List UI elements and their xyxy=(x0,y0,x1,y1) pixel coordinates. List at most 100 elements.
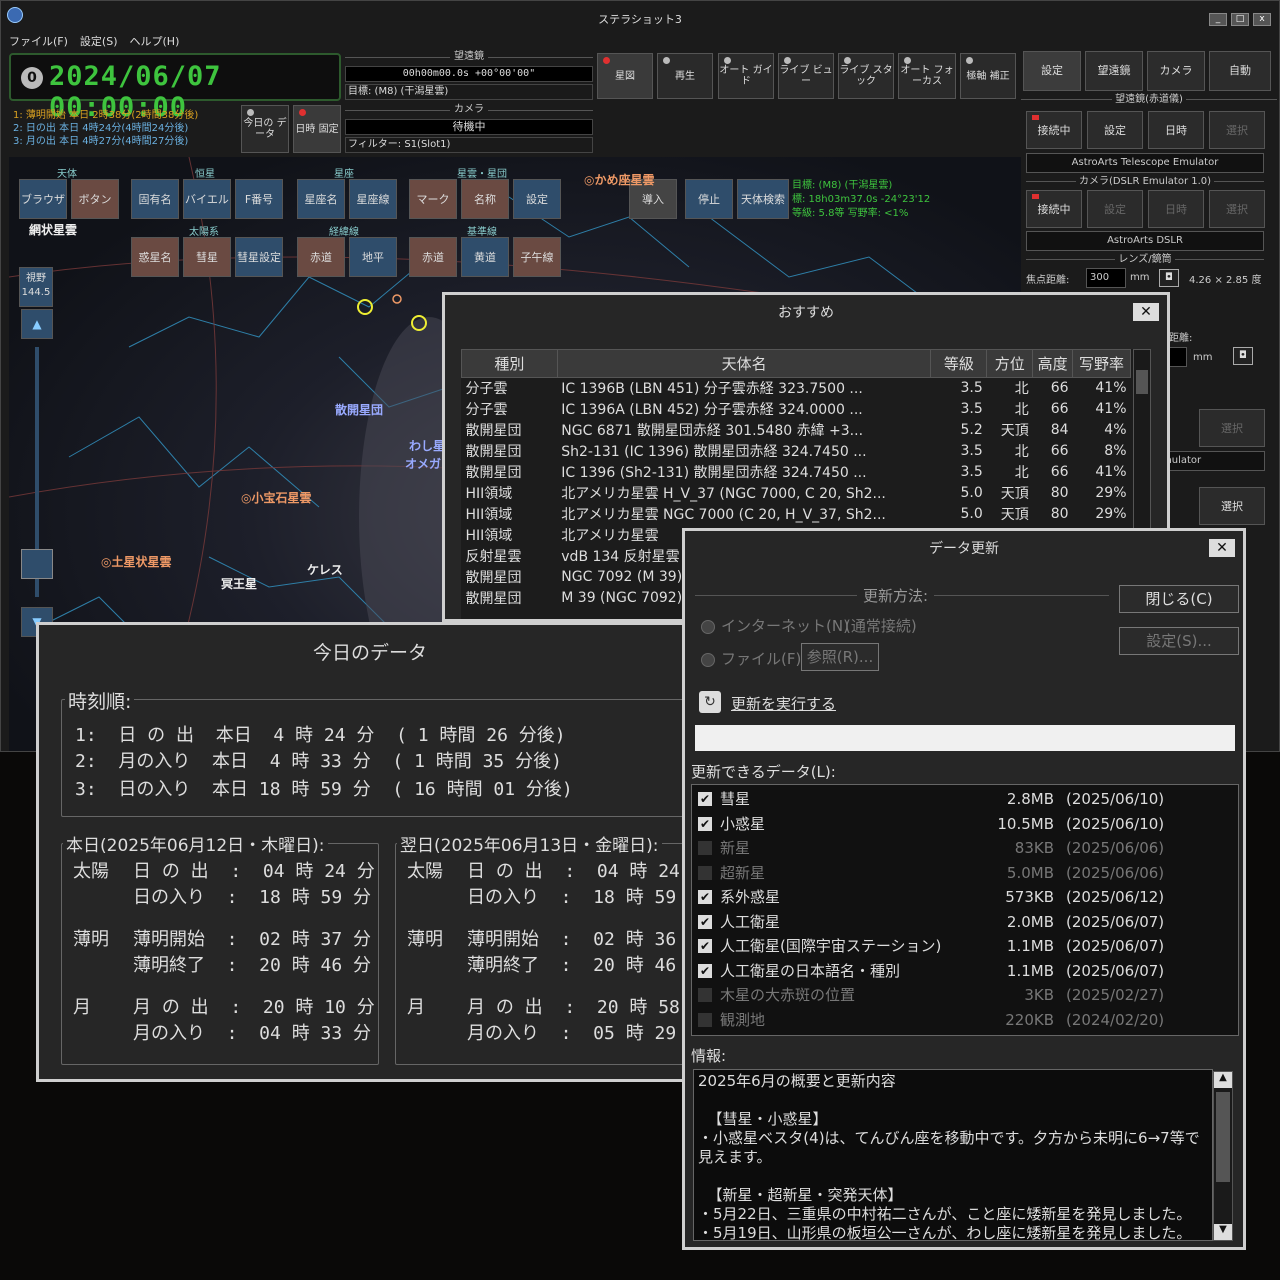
data-list-item[interactable]: ✔ 観測地 220KB (2024/02/20) xyxy=(692,1008,1232,1032)
overlay-const-line-button[interactable]: 星座線 xyxy=(349,179,397,219)
table-row[interactable]: HII領域 北アメリカ星雲 NGC 7000 (C 20, H_V_37, Sh2… xyxy=(462,504,1131,525)
scope-datetime-button[interactable]: 日時 xyxy=(1148,111,1204,149)
refresh-icon[interactable]: ↻ xyxy=(699,691,721,713)
overlay-ref-equator-button[interactable]: 赤道 xyxy=(409,237,457,277)
col-header-name[interactable]: 天体名 xyxy=(556,349,932,378)
overlay-ecliptic-button[interactable]: 黄道 xyxy=(461,237,509,277)
menu-help[interactable]: ヘルプ(H) xyxy=(130,33,180,49)
internet-radio[interactable]: インターネット(N) xyxy=(701,615,849,636)
overlay-comet-setting-button[interactable]: 彗星設定 xyxy=(235,237,283,277)
maximize-button[interactable]: □ xyxy=(1231,13,1249,26)
overlay-bayer-button[interactable]: バイエル xyxy=(183,179,231,219)
tab-camera[interactable]: カメラ xyxy=(1147,51,1205,91)
scope-select-button[interactable]: 選択 xyxy=(1209,111,1265,149)
select3-button[interactable]: 選択 xyxy=(1199,487,1265,525)
data-list-item[interactable]: ✔ 人工衛星 2.0MB (2025/06/07) xyxy=(692,910,1232,934)
camera-select-button[interactable]: 選択 xyxy=(1209,190,1265,228)
scroll-down-icon[interactable]: ▼ xyxy=(1214,1224,1232,1240)
close-icon[interactable]: ✕ xyxy=(1209,539,1235,557)
overlay-horizon-button[interactable]: 地平 xyxy=(349,237,397,277)
today-data-button[interactable]: 今日の データ xyxy=(241,105,289,153)
data-list-item[interactable]: ✔ 小惑星 10.5MB (2025/06/10) xyxy=(692,812,1232,836)
minimize-button[interactable]: _ xyxy=(1209,13,1227,26)
menu-file[interactable]: ファイル(F) xyxy=(9,33,68,49)
toolbar-autofocus[interactable]: オート フォーカス xyxy=(898,53,956,99)
overlay-button-button[interactable]: ボタン xyxy=(71,179,119,219)
time-fixed-button[interactable]: 日時 固定 xyxy=(293,105,341,153)
col-header-fill[interactable]: 写野率 xyxy=(1072,349,1131,378)
table-row[interactable]: 分子雲 IC 1396B (LBN 451) 分子雲赤経 323.7500 ...… xyxy=(462,378,1131,399)
table-row[interactable]: 散開星団 NGC 6871 散開星団赤経 301.5480 赤緯 +3... 5.2… xyxy=(462,420,1131,441)
close-button[interactable]: x xyxy=(1253,13,1271,26)
tab-settings[interactable]: 設定 xyxy=(1023,51,1081,91)
clock-display[interactable]: 0 2024/06/07 00:00:00 xyxy=(9,53,341,123)
checkbox-icon[interactable]: ✔ xyxy=(698,988,712,1002)
scrollbar-thumb[interactable] xyxy=(1136,370,1148,394)
overlay-comet-button[interactable]: 彗星 xyxy=(183,237,231,277)
focal-input[interactable]: 300 xyxy=(1086,268,1126,288)
table-row[interactable]: 散開星団 IC 1396 (Sh2-131) 散開星団赤経 324.7450 ..… xyxy=(462,462,1131,483)
zoom-slider-handle[interactable] xyxy=(21,549,53,579)
object-search-button[interactable]: 天体検索 xyxy=(737,179,789,219)
overlay-setting-button[interactable]: 設定 xyxy=(513,179,561,219)
checkbox-icon[interactable]: ✔ xyxy=(698,1012,712,1027)
overlay-flamsteed-button[interactable]: F番号 xyxy=(235,179,283,219)
scrollbar-thumb[interactable] xyxy=(1216,1092,1230,1182)
scope-connect-button[interactable]: 接続中 xyxy=(1026,111,1082,149)
overlay-meridian-button[interactable]: 子午線 xyxy=(513,237,561,277)
fov-button[interactable]: 視野 144.5 xyxy=(19,267,53,307)
overlay-planet-name-button[interactable]: 惑星名 xyxy=(131,237,179,277)
tab-auto[interactable]: 自動 xyxy=(1209,51,1271,91)
data-list-item[interactable]: ✔ 系外惑星 573KB (2025/06/12) xyxy=(692,885,1232,909)
tab-telescope[interactable]: 望遠鏡 xyxy=(1085,51,1143,91)
overlay-const-name-button[interactable]: 星座名 xyxy=(297,179,345,219)
settings-button[interactable]: 設定(S)... xyxy=(1119,627,1239,655)
col-header-mag[interactable]: 等級 xyxy=(930,349,988,378)
toolbar-livestack[interactable]: ライブ スタック xyxy=(838,53,894,99)
overlay-mark-button[interactable]: マーク xyxy=(409,179,457,219)
scroll-up-icon[interactable]: ▲ xyxy=(1214,1072,1232,1088)
camera-setting-button[interactable]: 設定 xyxy=(1087,190,1143,228)
checkbox-icon[interactable]: ✔ xyxy=(698,939,712,953)
overlay-name-button[interactable]: 名称 xyxy=(461,179,509,219)
toolbar-playback[interactable]: 再生 xyxy=(657,53,713,99)
info-scrollbar[interactable]: ▲ ▼ xyxy=(1213,1071,1233,1241)
checkbox-icon[interactable]: ✔ xyxy=(698,890,712,904)
overlay-equator-button[interactable]: 赤道 xyxy=(297,237,345,277)
table-row[interactable]: HII領域 北アメリカ星雲 H_V_37 (NGC 7000, C 20, Sh2… xyxy=(462,483,1131,504)
menu-settings[interactable]: 設定(S) xyxy=(80,33,118,49)
data-list-item[interactable]: ✔ 彗星 2.8MB (2025/06/10) xyxy=(692,787,1232,811)
camera-datetime-button[interactable]: 日時 xyxy=(1148,190,1204,228)
data-list-item[interactable]: ✔ 木星の大赤斑の位置 3KB (2025/02/27) xyxy=(692,983,1232,1007)
data-list-item[interactable]: ✔ 超新星 5.0MB (2025/06/06) xyxy=(692,861,1232,885)
data-list-item[interactable]: ✔ 人工衛星(国際宇宙ステーション) 1.1MB (2025/06/07) xyxy=(692,934,1232,958)
toolbar-liveview[interactable]: ライブ ビュー xyxy=(778,53,834,99)
time-mode-badge[interactable]: 0 xyxy=(21,67,43,89)
col-header-dir[interactable]: 方位 xyxy=(986,349,1034,378)
stop-button[interactable]: 停止 xyxy=(685,179,733,219)
file-radio[interactable]: ファイル(F) xyxy=(701,648,801,669)
toolbar-polar[interactable]: 極軸 補正 xyxy=(960,53,1016,99)
zoom-in-button[interactable]: ▲ xyxy=(21,309,53,339)
camera-connect-button[interactable]: 接続中 xyxy=(1026,190,1082,228)
table-row[interactable]: 分子雲 IC 1396A (LBN 452) 分子雲赤経 324.0000 ...… xyxy=(462,399,1131,420)
close-icon[interactable]: ✕ xyxy=(1133,303,1159,321)
overlay-browser-button[interactable]: ブラウザ xyxy=(19,179,67,219)
checkbox-icon[interactable]: ✔ xyxy=(698,792,712,806)
col-header-type[interactable]: 種別 xyxy=(461,349,558,378)
checkbox-icon[interactable]: ✔ xyxy=(698,865,712,880)
run-update-link[interactable]: 更新を実行する xyxy=(731,693,836,714)
close-dialog-button[interactable]: 閉じる(C) xyxy=(1119,585,1239,613)
checkbox-icon[interactable]: ✔ xyxy=(698,816,712,831)
table-row[interactable]: 散開星団 Sh2-131 (IC 1396) 散開星団赤経 324.7450 ..… xyxy=(462,441,1131,462)
browse-button[interactable]: 参照(R)... xyxy=(801,643,879,671)
select2-button[interactable]: 選択 xyxy=(1199,409,1265,447)
lens2-icon[interactable]: ◘ xyxy=(1233,347,1253,365)
col-header-alt[interactable]: 高度 xyxy=(1032,349,1074,378)
data-list-item[interactable]: ✔ 新星 83KB (2025/06/06) xyxy=(692,836,1232,860)
data-list-item[interactable]: ✔ 人工衛星の日本語名・種別 1.1MB (2025/06/07) xyxy=(692,959,1232,983)
toolbar-autoguide[interactable]: オート ガイド xyxy=(718,53,774,99)
checkbox-icon[interactable]: ✔ xyxy=(698,963,712,978)
toolbar-starchart[interactable]: 星図 xyxy=(597,53,653,99)
overlay-proper-name-button[interactable]: 固有名 xyxy=(131,179,179,219)
